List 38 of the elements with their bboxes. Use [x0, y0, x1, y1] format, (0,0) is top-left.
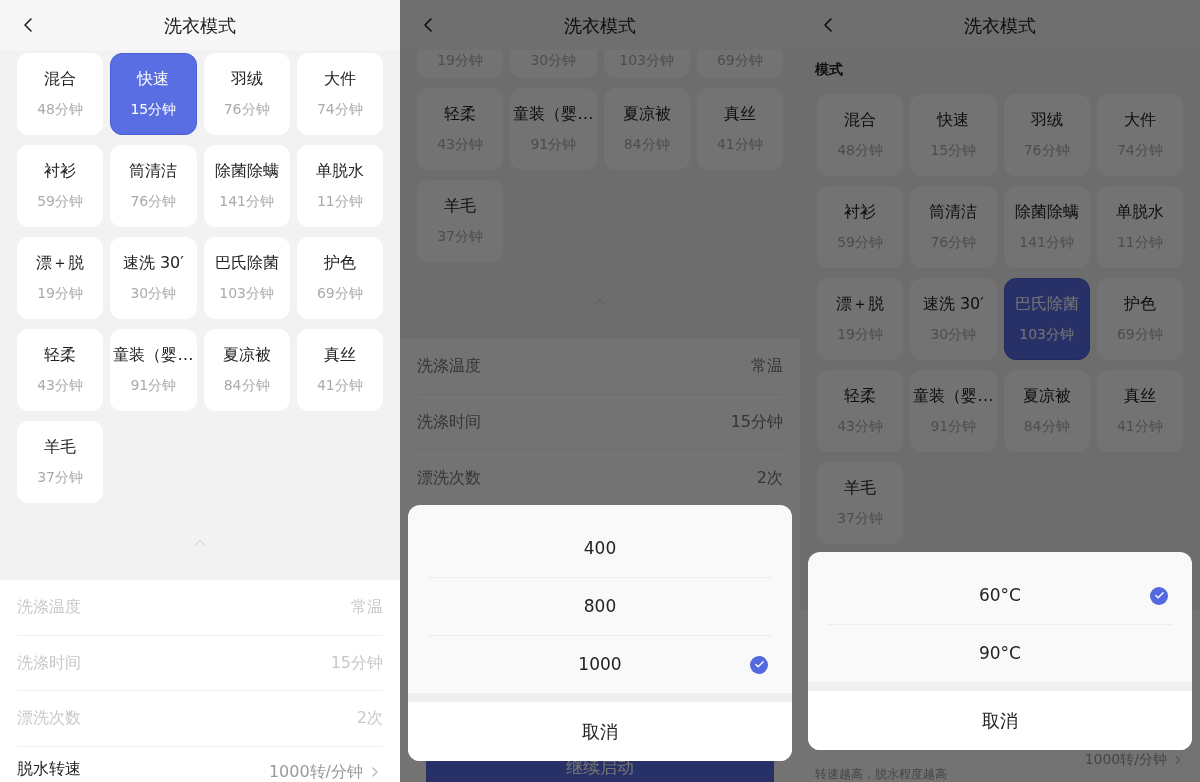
mode-tile[interactable]: 筒清洁 76分钟: [110, 145, 197, 227]
cancel-button[interactable]: 取消: [408, 702, 792, 761]
mode-tile[interactable]: 羊毛 37分钟: [17, 421, 104, 503]
mode-tile[interactable]: 童装（婴… 91分钟: [110, 329, 197, 411]
setting-label: 洗涤时间: [417, 410, 481, 433]
setting-label: 脱水转速: [17, 757, 81, 780]
mode-tile[interactable]: 巴氏除菌 103分钟: [1003, 278, 1090, 360]
mode-tile[interactable]: 巴氏除菌 103分钟: [203, 237, 290, 319]
mode-tile[interactable]: 真丝 41分钟: [296, 329, 383, 411]
option-row[interactable]: 1000: [428, 636, 772, 693]
option-row[interactable]: 60°C: [828, 567, 1172, 624]
page-title: 洗衣模式: [564, 13, 636, 38]
mode-tile[interactable]: 单脱水 11分钟: [296, 145, 383, 227]
setting-value: 1000转/分钟: [268, 762, 363, 781]
option-row[interactable]: 800: [428, 578, 772, 635]
setting-row[interactable]: 脱水转速 1000转/分钟: [17, 746, 383, 782]
page-title: 洗衣模式: [964, 13, 1036, 38]
mode-tile[interactable]: 轻柔 43分钟: [17, 329, 104, 411]
setting-value: 2次: [756, 466, 783, 489]
mode-tile[interactable]: 漂＋脱 19分钟: [17, 237, 104, 319]
mode-tile[interactable]: 速洗 30′ 30分钟: [110, 237, 197, 319]
option-row[interactable]: 90°C: [828, 625, 1172, 682]
mode-tile[interactable]: 混合 48分钟: [17, 53, 104, 135]
mode-tile[interactable]: 护色 69分钟: [296, 237, 383, 319]
page-title: 洗衣模式: [164, 13, 236, 38]
section-label: 模式: [815, 60, 843, 79]
option-row[interactable]: 400: [428, 520, 772, 577]
mode-tile[interactable]: 衬衫 59分钟: [17, 145, 104, 227]
mode-tile[interactable]: 快速 15分钟: [110, 53, 197, 135]
setting-label: 洗涤温度: [417, 355, 481, 378]
setting-value: 15分钟: [730, 410, 783, 433]
mode-tile[interactable]: 夏凉被 84分钟: [203, 329, 290, 411]
setting-value: 常温: [751, 355, 783, 378]
cancel-button[interactable]: 取消: [808, 691, 1192, 750]
mode-tile[interactable]: 除菌除螨 141分钟: [203, 145, 290, 227]
mode-tile[interactable]: 大件 74分钟: [296, 53, 383, 135]
mode-tile[interactable]: 羽绒 76分钟: [203, 53, 290, 135]
setting-label: 漂洗次数: [417, 466, 481, 489]
